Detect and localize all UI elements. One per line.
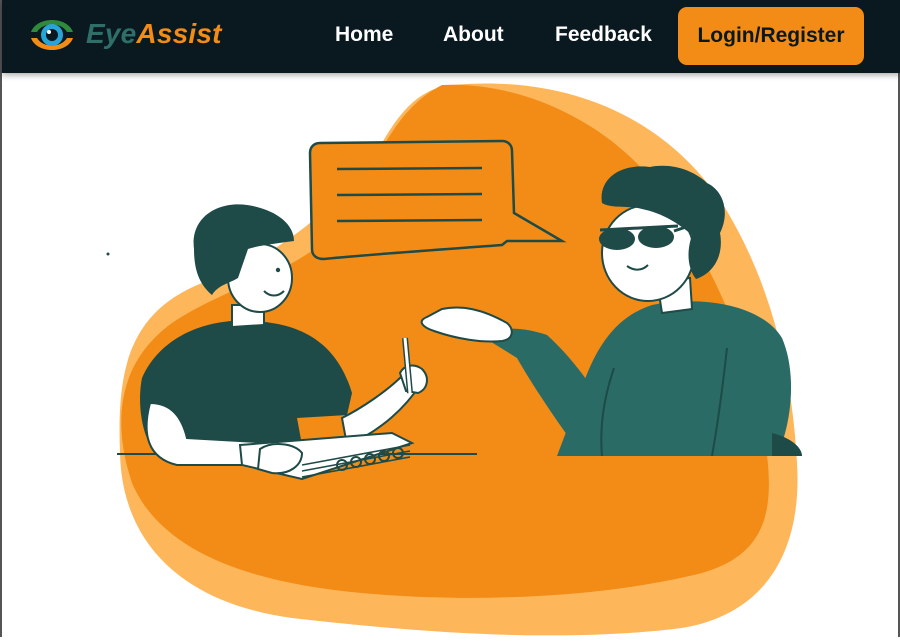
nav-home-link[interactable]: Home — [335, 23, 393, 47]
nav-about-link[interactable]: About — [443, 23, 504, 47]
brand-name[interactable]: EyeAssist — [86, 18, 222, 50]
login-register-button[interactable]: Login/Register — [678, 7, 864, 65]
brand-name-part2: Assist — [136, 18, 222, 49]
brand-name-part1: Eye — [86, 18, 137, 49]
eye-logo-icon[interactable] — [27, 10, 77, 60]
hero-illustration — [2, 73, 900, 637]
navbar: EyeAssist Home About Feedback Login/Regi… — [2, 0, 900, 73]
nav-feedback-link[interactable]: Feedback — [555, 23, 652, 47]
